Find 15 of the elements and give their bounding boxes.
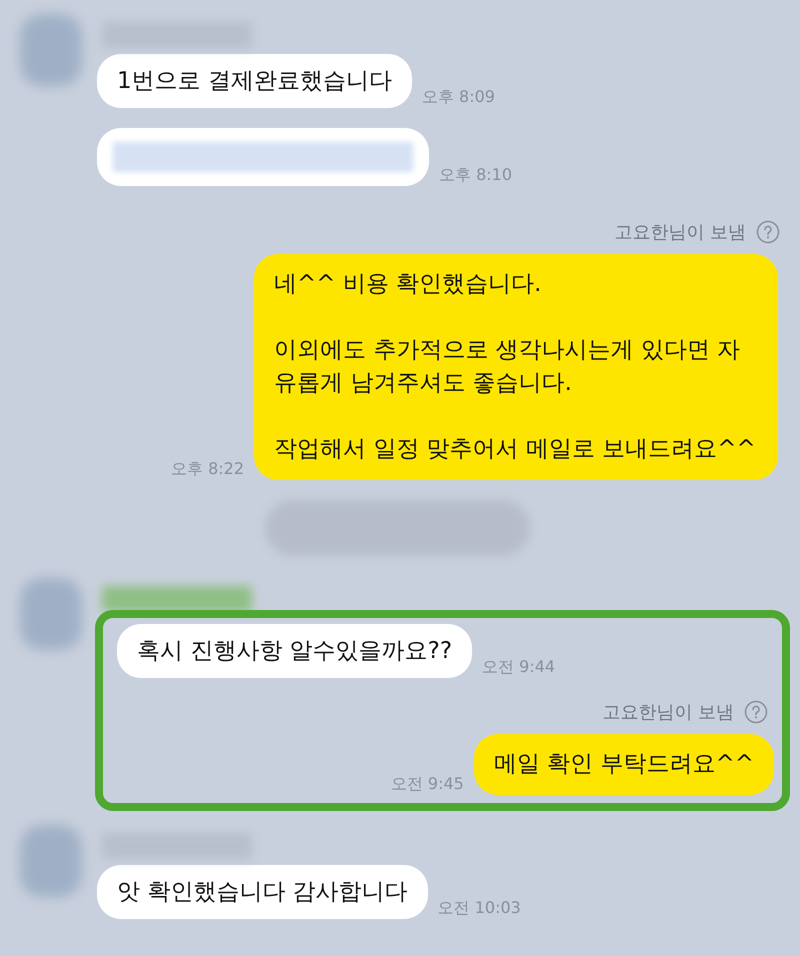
message-bubble: 1번으로 결제완료했습니다	[97, 54, 412, 108]
message-bubble: 혹시 진행사항 알수있을까요??	[117, 624, 472, 678]
sender-note: 고요한님이 보냄	[614, 221, 746, 244]
timestamp: 오후 8:10	[439, 165, 512, 186]
sender-note: 고요한님이 보냄	[602, 701, 734, 724]
timestamp: 오전 9:44	[482, 657, 556, 678]
timestamp: 오후 8:09	[422, 87, 495, 108]
timestamp: 오전 10:03	[438, 898, 521, 919]
message-bubble: 네^^ 비용 확인했습니다. 이외에도 추가적으로 생각나시는게 있다면 자유롭게 남겨주셔도 좋습니다. 작업해서 일정 맞추어서 메일로 보내드려요^^	[254, 254, 778, 480]
message-bubble: 앗 확인했습니다 감사합니다	[97, 865, 428, 919]
message-bubble: 메일 확인 부탁드려요^^	[474, 734, 774, 795]
help-icon[interactable]	[756, 220, 780, 244]
timestamp: 오전 9:45	[390, 774, 464, 795]
help-icon[interactable]	[744, 700, 768, 724]
timestamp: 오후 8:22	[170, 459, 244, 480]
